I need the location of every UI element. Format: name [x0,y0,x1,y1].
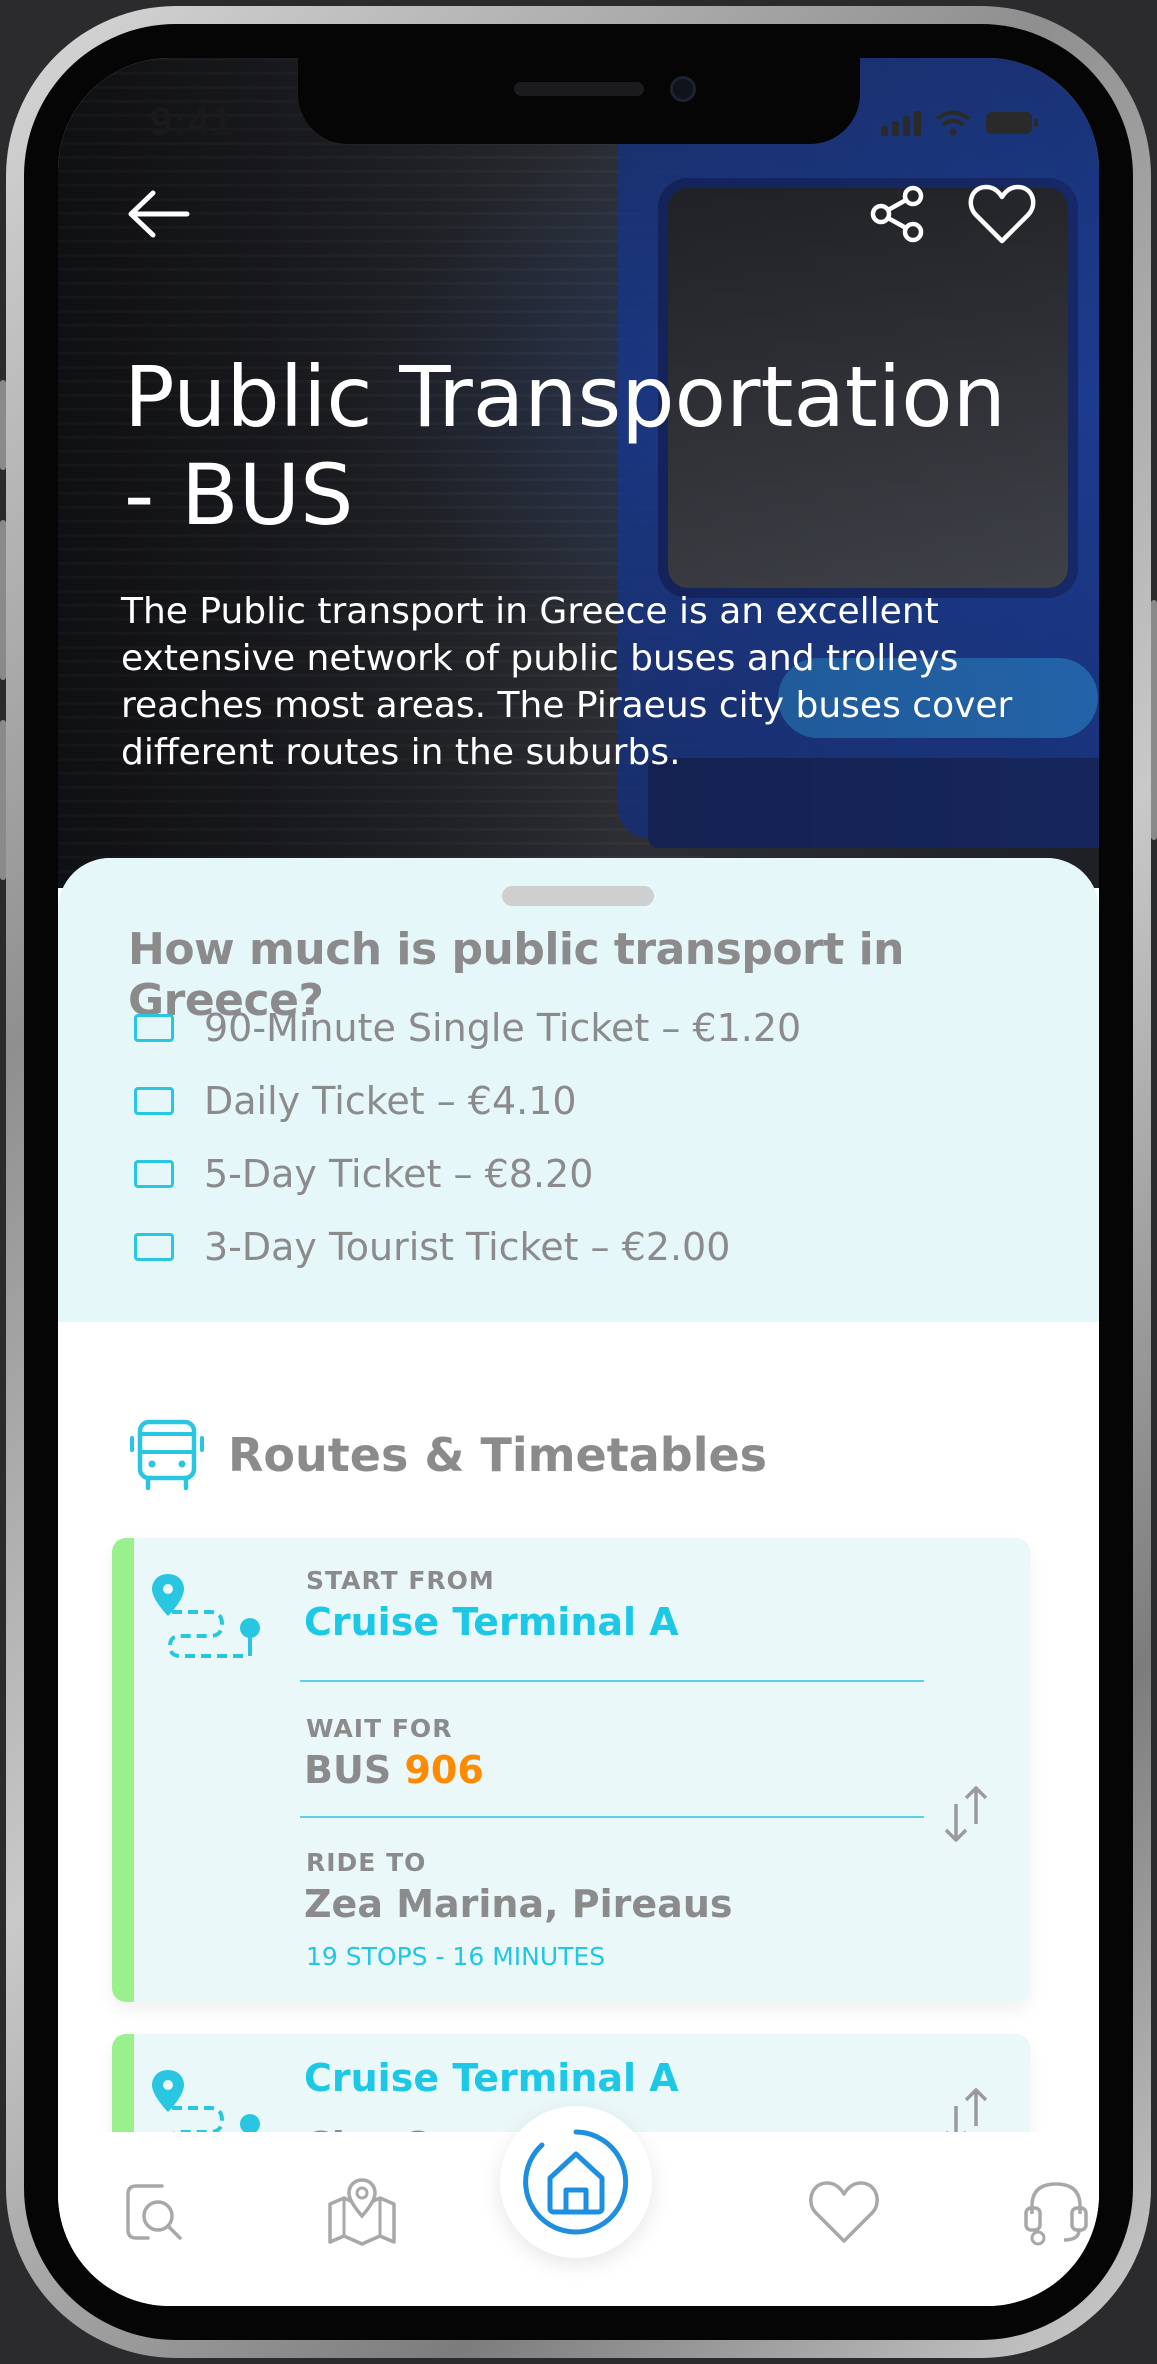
nav-search[interactable] [114,2172,194,2252]
phone-side-button [1151,600,1157,840]
ticket-icon [134,1233,174,1261]
nav-map[interactable] [322,2172,402,2252]
start-stop: Cruise Terminal A [304,2056,679,2100]
divider [300,1816,924,1818]
routes-header: Routes & Timetables [128,1416,767,1494]
speaker [514,82,644,96]
prices-section: How much is public transport in Greece? … [58,858,1099,1322]
ticket-item: 3-Day Tourist Ticket – €2.00 [134,1225,730,1269]
route-pin-icon [150,1572,270,1677]
favorite-button[interactable] [964,176,1040,252]
heart-icon [968,184,1036,244]
arrow-left-icon [128,190,190,238]
heart-icon [809,2181,879,2243]
status-time: 9:41 [150,100,235,144]
ride-label: RIDE TO [306,1848,427,1877]
notch [298,58,860,144]
stops-duration: 19 STOPS - 16 MINUTES [306,1942,606,1971]
search-icon [126,2184,182,2240]
phone-side-button [0,520,6,680]
start-stop: Cruise Terminal A [304,1600,679,1644]
bus-prefix: BUS [304,1748,392,1792]
support-icon [1024,2182,1088,2246]
ticket-icon [134,1087,174,1115]
nav-home[interactable] [500,2106,652,2258]
route-accent-bar [112,1538,134,2002]
bus-number: 906 [404,1748,484,1792]
route-card[interactable]: START FROM Cruise Terminal A WAIT FOR BU… [112,1538,1030,2002]
ticket-icon [134,1014,174,1042]
page-title: Public Transportation - BUS [124,348,1006,544]
signal-icon [881,111,921,136]
wifi-icon [935,110,971,136]
map-icon [328,2178,396,2246]
content-sheet: How much is public transport in Greece? … [58,858,1099,2158]
app-screen: 9:41 Public Transportation - BUS The Pub… [58,58,1099,2306]
swap-button[interactable] [942,1784,990,1849]
share-button[interactable] [864,180,932,248]
nav-support[interactable] [1016,2172,1096,2252]
wait-label: WAIT FOR [306,1714,453,1743]
routes-title: Routes & Timetables [228,1428,768,1482]
ticket-icon [134,1160,174,1188]
home-icon [523,2129,629,2235]
ticket-text: 90-Minute Single Ticket – €1.20 [204,1006,802,1050]
share-icon [870,185,924,243]
ticket-text: 3-Day Tourist Ticket – €2.00 [204,1225,731,1269]
ticket-item: 5-Day Ticket – €8.20 [134,1152,593,1196]
phone-side-button [0,720,6,880]
sheet-drag-handle[interactable] [502,886,654,906]
page-description: The Public transport in Greece is an exc… [121,591,1013,773]
phone-side-button [0,380,6,470]
swap-arrows-icon [944,1786,988,1842]
ticket-text: 5-Day Ticket – €8.20 [204,1152,594,1196]
nav-favorites[interactable] [804,2172,884,2252]
back-button[interactable] [122,178,194,250]
camera [670,76,696,102]
bottom-navigation [58,2106,1099,2306]
status-icons [881,110,1039,136]
destination-stop: Zea Marina, Pireaus [304,1882,733,1926]
ticket-item: Daily Ticket – €4.10 [134,1079,577,1123]
battery-icon [986,112,1038,134]
ticket-item: 90-Minute Single Ticket – €1.20 [134,1006,801,1050]
divider [300,1680,924,1682]
bus-icon [130,1419,204,1491]
start-label: START FROM [306,1566,495,1595]
bus-line: BUS 906 [304,1748,484,1792]
ticket-text: Daily Ticket – €4.10 [204,1079,577,1123]
